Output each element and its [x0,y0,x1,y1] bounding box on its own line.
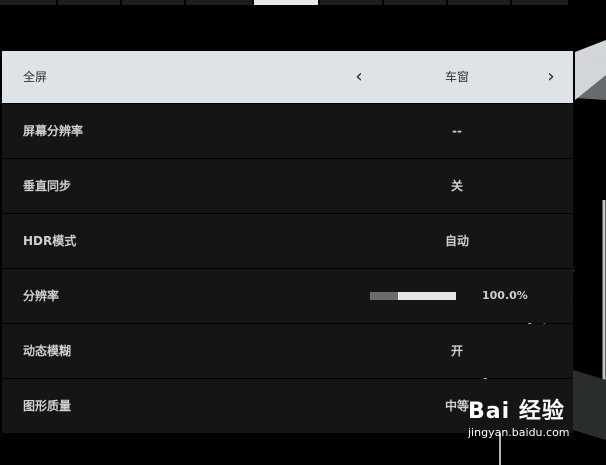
setting-row-hdr[interactable]: HDR模式 自动 [2,214,573,268]
setting-row-resolution-scale[interactable]: 分辨率 100.0% [2,269,573,323]
setting-value: 自动 [444,234,469,248]
setting-row-vsync[interactable]: 垂直同步 关 [2,159,573,213]
setting-value: 关 [450,179,463,193]
slider-value: 100.0% [482,289,528,302]
setting-label: 分辨率 [23,289,60,303]
chevron-right-icon[interactable]: › [541,51,561,103]
tab[interactable] [384,0,446,5]
setting-value: -- [452,124,462,138]
watermark-logo: Bai 经验 [468,399,565,424]
setting-label: 图形质量 [23,399,72,413]
tab[interactable] [122,0,184,5]
setting-label: 动态模糊 [23,344,72,358]
tab[interactable] [512,0,568,5]
setting-row-screen-resolution[interactable]: 屏幕分辨率 -- [2,104,573,158]
resolution-slider[interactable] [370,292,456,300]
setting-value: 开 [450,344,463,358]
baidu-jingyan-watermark: Bai 经验 jingyan.baidu.com [468,398,606,465]
tab-active[interactable] [254,0,318,5]
tab[interactable] [186,0,252,5]
tab[interactable] [58,0,120,5]
chevron-left-icon[interactable]: ‹ [349,51,369,103]
setting-label: 屏幕分辨率 [23,124,84,138]
setting-row-motion-blur[interactable]: 动态模糊 开 [2,324,573,378]
setting-label: 全屏 [23,70,48,84]
setting-label: HDR模式 [23,234,77,248]
setting-row-fullscreen[interactable]: 全屏 ‹ 车窗 › [2,51,573,103]
tab-strip [0,0,606,5]
tab[interactable] [0,0,56,5]
tab[interactable] [320,0,382,5]
slider-thumb[interactable] [370,292,398,300]
watermark-url: jingyan.baidu.com [468,426,570,439]
setting-value: 车窗 [444,70,469,84]
tab[interactable] [448,0,510,5]
setting-label: 垂直同步 [23,179,72,193]
settings-list: 全屏 ‹ 车窗 › 屏幕分辨率 -- 垂直同步 关 HDR模式 自动 分辨率 1… [2,51,573,434]
